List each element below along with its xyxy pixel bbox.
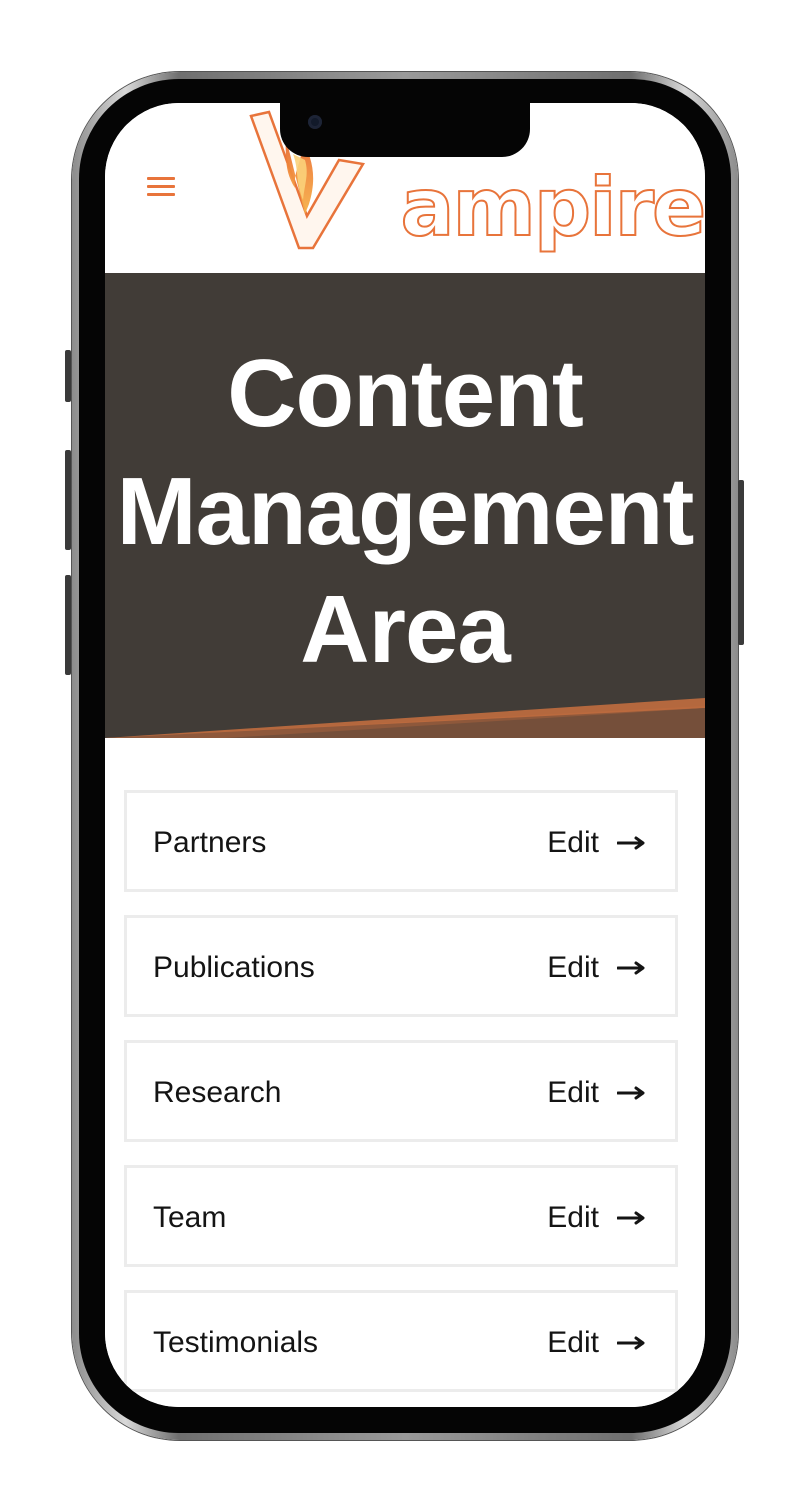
volume-down-button [65,575,71,675]
content-list: Partners Edit Publications Edit Research… [105,738,705,1407]
front-camera-icon [308,115,322,129]
mute-switch [65,350,71,402]
logo-wordmark: Vampire [400,161,705,254]
arrow-right-icon [617,1211,645,1225]
power-button [738,480,744,645]
hero-accent-stripe [105,698,705,738]
arrow-right-icon [617,1086,645,1100]
edit-label: Edit [547,1201,599,1234]
hero-banner: Content Management Area [105,273,705,738]
edit-label: Edit [547,1326,599,1359]
list-item: Partners Edit [124,790,678,892]
item-label: Partners [153,826,267,859]
item-label: Testimonials [153,1326,319,1359]
hamburger-menu-icon [147,177,175,197]
page-title: Content Management Area [116,340,695,683]
canvas: Vampire Content Management Area Partners… [0,0,809,1510]
list-item: Testimonials Edit [124,1290,678,1392]
list-item: Publications Edit [124,915,678,1017]
menu-button[interactable] [145,173,177,201]
list-item: Research Edit [124,1040,678,1142]
edit-research-link[interactable]: Edit [547,1073,645,1113]
item-label: Publications [153,951,315,984]
notch [280,103,530,157]
arrow-right-icon [617,1336,645,1350]
edit-label: Edit [547,826,599,859]
item-label: Research [153,1076,282,1109]
edit-publications-link[interactable]: Edit [547,948,645,988]
edit-partners-link[interactable]: Edit [547,823,645,863]
edit-label: Edit [547,1076,599,1109]
phone-screen: Vampire Content Management Area Partners… [105,103,705,1407]
item-label: Team [153,1201,227,1234]
edit-testimonials-link[interactable]: Edit [547,1323,645,1363]
volume-up-button [65,450,71,550]
edit-team-link[interactable]: Edit [547,1198,645,1238]
list-item: Team Edit [124,1165,678,1267]
arrow-right-icon [617,961,645,975]
edit-label: Edit [547,951,599,984]
arrow-right-icon [617,836,645,850]
